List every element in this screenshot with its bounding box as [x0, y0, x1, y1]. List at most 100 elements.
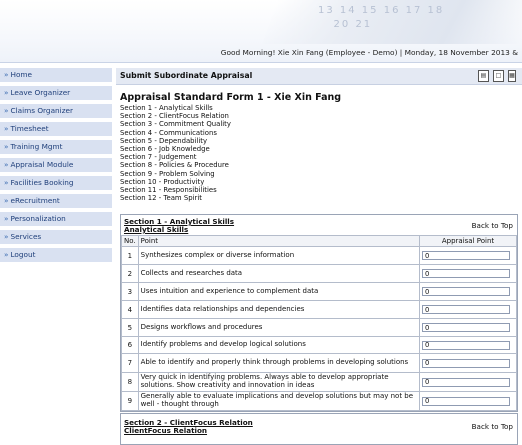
double-chevron-icon: »	[4, 214, 9, 223]
sidebar-item-claims-organizer[interactable]: » Claims Organizer	[0, 104, 112, 118]
appraisal-point-input[interactable]	[422, 287, 510, 296]
export-icon[interactable]: ▤	[478, 70, 489, 82]
appraisal-table: No. Point Appraisal Point 1 Synthesizes …	[121, 235, 517, 411]
sidebar-item-label: Training Mgmt	[10, 142, 63, 151]
section-link[interactable]: Section 7 - Judgement	[120, 153, 522, 161]
sidebar-item-label: Services	[10, 232, 42, 241]
new-window-icon[interactable]: □	[493, 70, 504, 82]
row-point: Very quick in identifying problems. Alwa…	[137, 372, 421, 392]
section-link[interactable]: Section 5 - Dependability	[120, 137, 522, 145]
row-number: 5	[121, 318, 139, 337]
row-number: 1	[121, 246, 139, 265]
row-point: Generally able to evaluate implications …	[137, 391, 421, 411]
sidebar-item-label: Personalization	[10, 214, 66, 223]
row-point: Identify problems and develop logical so…	[137, 336, 421, 354]
double-chevron-icon: »	[4, 250, 9, 259]
section-link[interactable]: Section 4 - Communications	[120, 129, 522, 137]
sidebar-item-label: Logout	[10, 250, 36, 259]
panel-header: Section 1 - Analytical Skills Analytical…	[121, 215, 517, 235]
table-row: 1 Synthesizes complex or diverse informa…	[121, 246, 517, 265]
section-1-panel: Section 1 - Analytical Skills Analytical…	[120, 214, 518, 412]
row-number: 8	[121, 372, 139, 392]
sidebar-item-logout[interactable]: » Logout	[0, 248, 112, 262]
row-number: 9	[121, 391, 139, 411]
row-number: 6	[121, 336, 139, 354]
double-chevron-icon: »	[4, 70, 9, 79]
table-row: 8 Very quick in identifying problems. Al…	[121, 372, 517, 392]
sidebar-item-timesheet[interactable]: » Timesheet	[0, 122, 112, 136]
table-row: 5 Designs workflows and procedures	[121, 318, 517, 337]
sidebar-item-label: Home	[10, 70, 33, 79]
section-link[interactable]: Section 2 - ClientFocus Relation	[120, 112, 522, 120]
sidebar-item-leave-organizer[interactable]: » Leave Organizer	[0, 86, 112, 100]
double-chevron-icon: »	[4, 124, 9, 133]
appraisal-point-input[interactable]	[422, 377, 510, 387]
sidebar-item-erecruitment[interactable]: » eRecruitment	[0, 194, 112, 208]
section-link[interactable]: Section 8 - Policies & Procedure	[120, 161, 522, 169]
section-link[interactable]: Section 12 - Team Spirit	[120, 194, 522, 202]
appraisal-point-input[interactable]	[422, 305, 510, 314]
section-link[interactable]: Section 3 - Commitment Quality	[120, 120, 522, 128]
double-chevron-icon: »	[4, 106, 9, 115]
row-point: Identifies data relationships and depend…	[137, 300, 421, 319]
row-number: 4	[121, 300, 139, 319]
row-point: Designs workflows and procedures	[137, 318, 421, 337]
appraisal-point-input[interactable]	[422, 323, 510, 332]
double-chevron-icon: »	[4, 142, 9, 151]
sidebar-item-label: eRecruitment	[10, 196, 60, 205]
row-point: Uses intuition and experience to complem…	[137, 282, 421, 301]
sidebar-item-personalization[interactable]: » Personalization	[0, 212, 112, 226]
back-to-top-link[interactable]: Back to Top	[472, 422, 513, 431]
double-chevron-icon: »	[4, 88, 9, 97]
double-chevron-icon: »	[4, 232, 9, 241]
col-header-appraisal-point: Appraisal Point	[419, 235, 517, 247]
greeting-text: Good Morning! Xie Xin Fang (Employee - D…	[220, 48, 518, 57]
print-icon[interactable]: ▦	[508, 70, 516, 82]
appraisal-point-input[interactable]	[422, 358, 510, 368]
section-link[interactable]: Section 9 - Problem Solving	[120, 170, 522, 178]
table-row: 2 Collects and researches data	[121, 264, 517, 283]
row-number: 2	[121, 264, 139, 283]
table-row: 9 Generally able to evaluate implication…	[121, 391, 517, 411]
sidebar-item-home[interactable]: » Home	[0, 68, 112, 82]
section-link[interactable]: Section 10 - Productivity	[120, 178, 522, 186]
sidebar-item-facilities-booking[interactable]: » Facilities Booking	[0, 176, 112, 190]
double-chevron-icon: »	[4, 160, 9, 169]
sidebar-item-label: Timesheet	[10, 124, 49, 133]
sidebar-item-label: Claims Organizer	[10, 106, 74, 115]
section-2-panel: Section 2 - ClientFocus Relation ClientF…	[120, 413, 518, 445]
sidebar-nav: » Home » Leave Organizer » Claims Organizer…	[0, 68, 112, 266]
sidebar-item-services[interactable]: » Services	[0, 230, 112, 244]
table-header-row: No. Point Appraisal Point	[121, 235, 517, 247]
section-link[interactable]: Section 1 - Analytical Skills	[120, 104, 522, 112]
sidebar-item-label: Facilities Booking	[10, 178, 74, 187]
double-chevron-icon: »	[4, 178, 9, 187]
appraisal-point-input[interactable]	[422, 340, 510, 350]
back-to-top-link[interactable]: Back to Top	[472, 221, 513, 230]
sidebar-item-training-mgmt[interactable]: » Training Mgmt	[0, 140, 112, 154]
row-number: 3	[121, 282, 139, 301]
appraisal-point-input[interactable]	[422, 269, 510, 278]
row-point: Synthesizes complex or diverse informati…	[137, 246, 421, 265]
col-header-no: No.	[121, 235, 139, 247]
appraisal-point-input[interactable]	[422, 396, 510, 406]
row-number: 7	[121, 353, 139, 373]
table-row: 3 Uses intuition and experience to compl…	[121, 282, 517, 301]
header-banner: 13 14 15 16 17 18 20 21 Good Morning! Xi…	[0, 0, 522, 63]
table-row: 7 Able to identify and properly think th…	[121, 353, 517, 373]
table-row: 4 Identifies data relationships and depe…	[121, 300, 517, 319]
section-list: Section 1 - Analytical Skills Section 2 …	[120, 104, 522, 202]
section-link[interactable]: Section 11 - Responsibilities	[120, 186, 522, 194]
form-title: Appraisal Standard Form 1 - Xie Xin Fang	[120, 92, 342, 103]
panel-header: Section 2 - ClientFocus Relation ClientF…	[121, 414, 517, 435]
section-link[interactable]: Section 6 - Job Knowledge	[120, 145, 522, 153]
section-subheading: Analytical Skills	[124, 225, 189, 234]
page-title: Submit Subordinate Appraisal	[120, 71, 253, 80]
sidebar-item-appraisal-module[interactable]: » Appraisal Module	[0, 158, 112, 172]
table-row: 6 Identify problems and develop logical …	[121, 336, 517, 354]
sidebar-item-label: Leave Organizer	[10, 88, 71, 97]
sidebar-item-label: Appraisal Module	[10, 160, 74, 169]
appraisal-point-input[interactable]	[422, 251, 510, 260]
double-chevron-icon: »	[4, 196, 9, 205]
col-header-point: Point	[137, 235, 421, 247]
